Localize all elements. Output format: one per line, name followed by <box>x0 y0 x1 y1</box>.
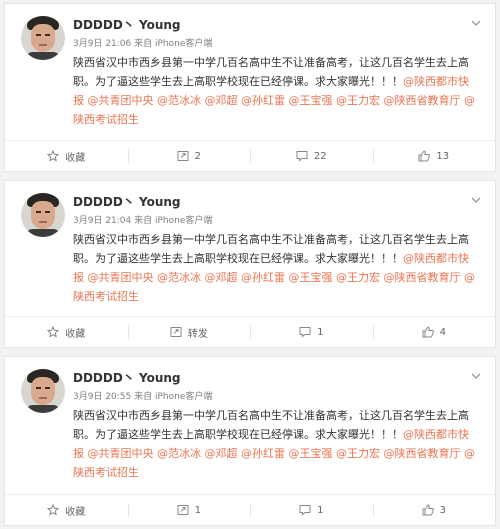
favorite-button[interactable]: 收藏 <box>5 141 128 171</box>
mention-link[interactable]: @范冰冰 <box>157 447 201 460</box>
comment-count: 1 <box>317 504 324 516</box>
like-button[interactable]: 3 <box>372 495 496 525</box>
mention-link[interactable]: @王力宏 <box>336 447 380 460</box>
like-count: 3 <box>439 504 446 516</box>
like-button[interactable]: 13 <box>372 141 496 171</box>
avatar[interactable] <box>21 369 65 413</box>
post-source: 来自 iPhone客户端 <box>134 392 213 402</box>
mention-link[interactable]: @邓超 <box>205 94 238 107</box>
action-bar: 收藏 转发 1 4 <box>5 316 495 347</box>
star-icon <box>47 150 60 162</box>
post-source: 来自 iPhone客户端 <box>134 39 213 49</box>
comment-button[interactable]: 1 <box>250 317 373 347</box>
mention-link[interactable]: @陕西省教育厅 <box>384 447 461 460</box>
post-text: 陕西省汉中市西乡县第一中学几百名高中生不让准备高考，让这几百名学生去上高职。为了… <box>73 230 479 306</box>
mention-link[interactable]: @共青团中央 <box>88 271 154 284</box>
like-count: 13 <box>436 150 450 162</box>
favorite-label: 收藏 <box>65 506 86 518</box>
repost-icon <box>177 151 189 161</box>
favorite-label: 收藏 <box>65 152 86 164</box>
mention-link[interactable]: @共青团中央 <box>88 94 154 107</box>
repost-button[interactable]: 转发 <box>127 317 251 347</box>
action-bar: 收藏 2 22 13 <box>5 140 495 171</box>
star-icon <box>47 504 60 516</box>
action-bar: 收藏 1 1 3 <box>5 494 495 525</box>
star-icon <box>47 326 60 338</box>
repost-count: 2 <box>194 150 201 162</box>
username[interactable]: DDDDD丶 Young <box>73 16 181 33</box>
mention-link[interactable]: @王力宏 <box>336 94 380 107</box>
mention-link[interactable]: @陕西省教育厅 <box>384 94 461 107</box>
post-text: 陕西省汉中市西乡县第一中学几百名高中生不让准备高考，让这几百名学生去上高职。为了… <box>73 406 479 482</box>
comment-count: 1 <box>317 326 324 338</box>
repost-icon <box>177 505 189 515</box>
mention-link[interactable]: @邓超 <box>205 447 238 460</box>
avatar[interactable] <box>21 193 65 237</box>
mention-link[interactable]: @孙红雷 <box>241 271 285 284</box>
repost-button[interactable]: 2 <box>127 141 251 171</box>
mention-link[interactable]: @王宝强 <box>289 447 333 460</box>
post-text: 陕西省汉中市西乡县第一中学几百名高中生不让准备高考，让这几百名学生去上高职。为了… <box>73 53 479 129</box>
thumbs-up-icon <box>422 504 434 516</box>
comment-icon <box>296 151 308 162</box>
username[interactable]: DDDDD丶 Young <box>73 193 181 210</box>
mention-link[interactable]: @孙红雷 <box>241 94 285 107</box>
weibo-post: DDDDD丶 Young 3月9日 21:04 来自 iPhone客户端 陕西省… <box>4 180 496 348</box>
comment-button[interactable]: 22 <box>250 141 373 171</box>
avatar[interactable] <box>21 16 65 60</box>
thumbs-up-icon <box>422 326 434 338</box>
favorite-button[interactable]: 收藏 <box>5 317 128 347</box>
post-time[interactable]: 3月9日 20:55 <box>73 392 131 402</box>
repost-count: 1 <box>194 504 201 516</box>
mention-link[interactable]: @孙红雷 <box>241 447 285 460</box>
mention-link[interactable]: @邓超 <box>205 271 238 284</box>
repost-icon <box>170 327 182 337</box>
username[interactable]: DDDDD丶 Young <box>73 369 181 386</box>
weibo-post: DDDDD丶 Young 3月9日 20:55 来自 iPhone客户端 陕西省… <box>4 356 496 526</box>
mention-link[interactable]: @范冰冰 <box>157 271 201 284</box>
mention-link[interactable]: @王宝强 <box>289 271 333 284</box>
comment-count: 22 <box>313 150 327 162</box>
like-button[interactable]: 4 <box>372 317 496 347</box>
like-count: 4 <box>439 326 446 338</box>
repost-label: 转发 <box>187 328 208 340</box>
comment-icon <box>299 327 311 338</box>
post-time[interactable]: 3月9日 21:04 <box>73 216 131 226</box>
chevron-down-icon[interactable] <box>471 18 481 28</box>
mention-link[interactable]: @陕西省教育厅 <box>384 271 461 284</box>
favorite-label: 收藏 <box>65 328 86 340</box>
post-meta: 3月9日 21:04 来自 iPhone客户端 <box>73 213 212 226</box>
comment-button[interactable]: 1 <box>250 495 373 525</box>
post-time[interactable]: 3月9日 21:06 <box>73 39 131 49</box>
thumbs-up-icon <box>418 150 431 162</box>
mention-link[interactable]: @范冰冰 <box>157 94 201 107</box>
mention-link[interactable]: @共青团中央 <box>88 447 154 460</box>
favorite-button[interactable]: 收藏 <box>5 495 128 525</box>
chevron-down-icon[interactable] <box>471 371 481 381</box>
mention-link[interactable]: @王宝强 <box>289 94 333 107</box>
repost-button[interactable]: 1 <box>127 495 251 525</box>
mention-link[interactable]: @王力宏 <box>336 271 380 284</box>
comment-icon <box>299 505 311 516</box>
post-meta: 3月9日 20:55 来自 iPhone客户端 <box>73 389 212 402</box>
post-meta: 3月9日 21:06 来自 iPhone客户端 <box>73 36 212 49</box>
chevron-down-icon[interactable] <box>471 195 481 205</box>
post-source: 来自 iPhone客户端 <box>134 216 213 226</box>
weibo-post: DDDDD丶 Young 3月9日 21:06 来自 iPhone客户端 陕西省… <box>4 3 496 172</box>
